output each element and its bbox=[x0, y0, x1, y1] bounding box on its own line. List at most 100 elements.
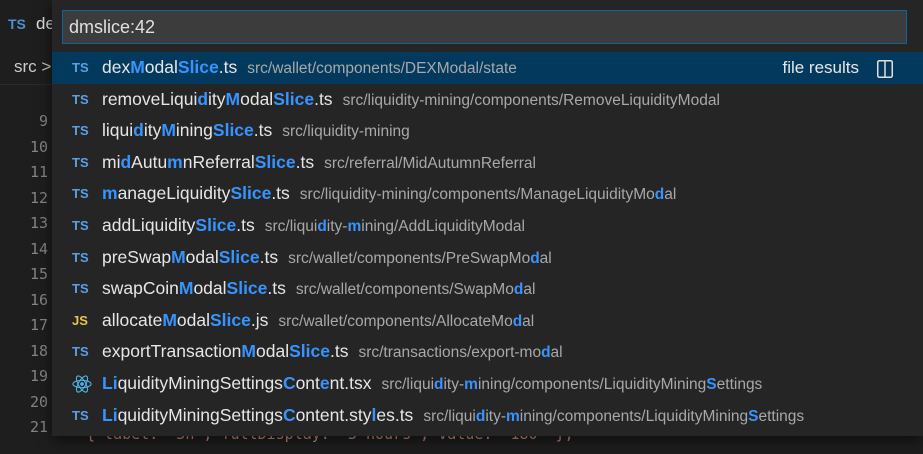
result-row[interactable]: TS dexModalSlice.ts src/wallet/components/… bbox=[52, 52, 923, 84]
line-number: 18 bbox=[29, 341, 48, 360]
result-row[interactable]: JS allocateModalSlice.js src/wallet/compon… bbox=[52, 305, 923, 337]
result-row[interactable]: TS midAutumnReferralSlice.ts src/referral/… bbox=[52, 147, 923, 179]
text-segment: .js bbox=[250, 309, 269, 330]
text-segment: .ts bbox=[267, 278, 286, 299]
section-label: file results bbox=[782, 58, 859, 77]
match-highlight: S bbox=[748, 407, 759, 425]
match-highlight: M bbox=[130, 57, 145, 77]
match-highlight: d bbox=[120, 151, 132, 172]
result-row[interactable]: LiquidityMiningSettingsContent.tsx src/li… bbox=[52, 368, 923, 400]
text-segment: src/liquidity-mining/components/ManageLi… bbox=[299, 186, 655, 204]
line-number: 16 bbox=[29, 290, 48, 309]
result-filename: LiquidityMiningSettingsContent.tsx src/li… bbox=[102, 368, 762, 401]
text-segment: odal bbox=[176, 309, 210, 330]
match-highlight: C bbox=[282, 404, 296, 425]
text-segment: nReferral bbox=[182, 151, 255, 172]
text-segment: .ts bbox=[236, 214, 255, 235]
result-path: src/wallet/components/DEXModal/state bbox=[247, 60, 517, 77]
result-path: src/transactions/export-modal bbox=[358, 344, 562, 361]
text-segment: ettings bbox=[758, 407, 805, 425]
match-highlight: Slice bbox=[212, 120, 254, 141]
match-highlight: d bbox=[512, 312, 523, 330]
ts-icon: TS bbox=[72, 281, 89, 297]
line-number: 17 bbox=[29, 316, 48, 334]
match-highlight: d bbox=[197, 88, 209, 109]
line-number: 11 bbox=[29, 163, 48, 181]
result-path: src/referral/MidAutumnReferral bbox=[324, 155, 536, 172]
text-segment: Autu bbox=[131, 151, 168, 172]
text-segment: ining bbox=[175, 120, 213, 141]
text-segment: ining/components/LiquidityMining bbox=[477, 375, 707, 393]
match-highlight: Slice bbox=[273, 88, 315, 109]
ts-icon: TS bbox=[72, 123, 89, 139]
match-highlight: m bbox=[347, 217, 362, 235]
result-filename: swapCoinModalSlice.ts src/wallet/componen… bbox=[102, 273, 535, 306]
text-segment: odal bbox=[240, 88, 274, 109]
ts-icon: TS bbox=[72, 91, 89, 107]
text-segment: dex bbox=[102, 57, 131, 77]
match-highlight: Slice bbox=[195, 214, 237, 235]
line-number: 19 bbox=[29, 367, 48, 385]
match-highlight: Li bbox=[102, 404, 118, 425]
line-number: 9 bbox=[38, 112, 48, 130]
match-highlight: Slice bbox=[254, 151, 296, 172]
text-segment: src/liqui bbox=[423, 407, 476, 425]
result-path: src/liquidity-mining/components/Liquidit… bbox=[381, 376, 762, 393]
match-highlight: Li bbox=[102, 372, 118, 393]
line-number: 20 bbox=[29, 392, 48, 411]
line-number: 15 bbox=[29, 265, 48, 283]
quick-open-results: TS dexModalSlice.ts src/wallet/components/… bbox=[52, 52, 923, 431]
result-row[interactable]: TS preSwapModalSlice.ts src/wallet/compone… bbox=[52, 242, 923, 274]
text-segment: mi bbox=[102, 151, 121, 172]
match-highlight: m bbox=[102, 183, 118, 204]
result-filename: LiquidityMiningSettingsContent.styles.ts… bbox=[102, 400, 804, 433]
text-segment: src/wallet/components/SwapMo bbox=[295, 281, 514, 299]
text-segment: src/liquidity-mining bbox=[282, 123, 410, 141]
ts-icon: TS bbox=[72, 186, 89, 202]
text-segment: quidityMiningSettings bbox=[117, 372, 283, 393]
result-row[interactable]: TS exportTransactionModalSlice.ts src/tran… bbox=[52, 336, 923, 368]
result-row[interactable]: TS removeLiquidityModalSlice.ts src/liquid… bbox=[52, 84, 923, 116]
result-path: src/wallet/components/PreSwapModal bbox=[288, 250, 552, 267]
line-number: 14 bbox=[29, 239, 48, 258]
open-to-side-icon[interactable] bbox=[877, 58, 893, 78]
text-segment: ity bbox=[143, 120, 162, 141]
text-segment: src/liquidity-mining/components/RemoveLi… bbox=[342, 91, 720, 109]
result-filename: midAutumnReferralSlice.ts src/referral/Mi… bbox=[102, 147, 536, 180]
result-path: src/liquidity-mining/components/Liquidit… bbox=[423, 408, 804, 425]
text-segment: ity- bbox=[443, 375, 465, 393]
text-segment: src/wallet/components/DEXModal/state bbox=[247, 60, 517, 77]
text-segment: .ts bbox=[253, 120, 273, 141]
editor-tab[interactable]: TS de bbox=[0, 0, 60, 50]
result-filename: removeLiquidityModalSlice.ts src/liquidit… bbox=[102, 84, 720, 117]
quick-open-input[interactable]: dmslice:42 bbox=[62, 10, 907, 44]
result-row[interactable]: TS manageLiquiditySlice.ts src/liquidity-m… bbox=[52, 178, 923, 210]
result-row[interactable]: TS swapCoinModalSlice.ts src/wallet/compon… bbox=[52, 273, 923, 305]
breadcrumb-item-src[interactable]: src > bbox=[14, 57, 51, 77]
ts-icon: TS bbox=[8, 16, 26, 32]
text-segment: src/transactions/export-mo bbox=[358, 344, 542, 362]
ts-icon: TS bbox=[72, 344, 89, 360]
result-path: src/liquidity-mining/components/RemoveLi… bbox=[343, 92, 720, 109]
text-segment: ining/AddLiquidityModal bbox=[361, 217, 525, 235]
text-segment: ity bbox=[208, 88, 226, 109]
text-segment: .ts bbox=[218, 57, 238, 77]
match-highlight: m bbox=[464, 375, 478, 393]
match-highlight: Slice bbox=[177, 57, 219, 77]
result-path: src/liquidity-mining/components/ManageLi… bbox=[300, 186, 677, 203]
text-segment: src/wallet/components/AllocateMo bbox=[278, 312, 513, 330]
match-highlight: Slice bbox=[218, 246, 260, 267]
result-path: src/liquidity-mining/AddLiquidityModal bbox=[265, 218, 525, 235]
text-segment: src/wallet/components/PreSwapMo bbox=[288, 249, 531, 267]
match-highlight: M bbox=[241, 341, 256, 362]
match-highlight: d bbox=[654, 186, 665, 204]
text-segment: liqui bbox=[102, 120, 134, 141]
text-segment: .ts bbox=[329, 341, 349, 362]
result-row[interactable]: TS LiquidityMiningSettingsContent.styles.… bbox=[52, 400, 923, 432]
line-number: 13 bbox=[29, 214, 48, 232]
text-segment: al bbox=[522, 312, 535, 330]
result-row[interactable]: TS addLiquiditySlice.ts src/liquidity-mini… bbox=[52, 210, 923, 242]
match-highlight: m bbox=[506, 407, 520, 425]
match-highlight: m bbox=[167, 151, 183, 172]
result-row[interactable]: TS liquidityMiningSlice.ts src/liquidity-m… bbox=[52, 115, 923, 147]
